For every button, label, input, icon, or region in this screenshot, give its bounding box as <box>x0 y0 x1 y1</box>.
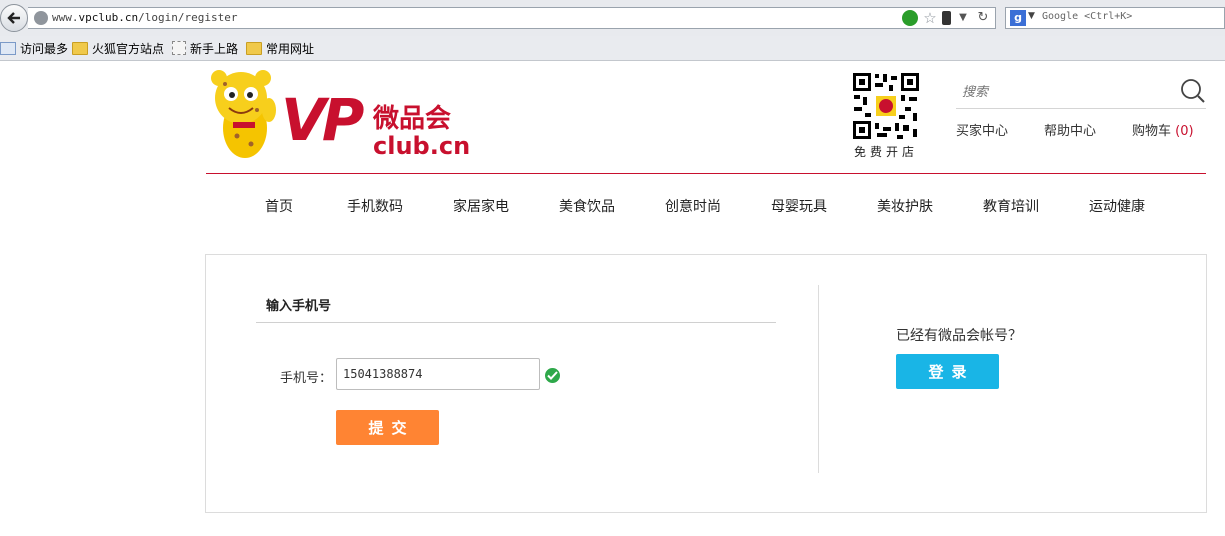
bookmark-getting-started[interactable]: 新手上路 <box>172 39 238 57</box>
login-button[interactable]: 登录 <box>896 354 999 389</box>
most-visited-icon <box>0 41 16 55</box>
valid-check-icon <box>545 368 560 383</box>
nav-item-sports-health[interactable]: 运动健康 <box>1089 196 1145 216</box>
logo-domain: club.cn <box>373 132 471 160</box>
logo-letters: VP <box>281 86 364 154</box>
phone-label: 手机号： <box>280 371 333 386</box>
phone-input[interactable] <box>336 358 540 390</box>
go-arrow-icon[interactable] <box>902 10 918 26</box>
form-title: 输入手机号 <box>266 299 332 314</box>
qr-caption: 免费开店 <box>853 145 918 159</box>
google-icon[interactable]: g <box>1010 10 1026 26</box>
form-title-divider <box>256 322 776 323</box>
search-input[interactable] <box>960 84 1164 101</box>
nav-item-food-drinks[interactable]: 美食饮品 <box>559 196 615 216</box>
address-bar[interactable]: www.vpclub.cn/login/register ☆ ▼ ↻ <box>28 7 996 29</box>
site-identity-icon[interactable] <box>34 11 48 25</box>
url-text[interactable]: www.vpclub.cn/login/register <box>52 11 237 24</box>
folder-icon <box>246 41 262 55</box>
browser-toolbar: www.vpclub.cn/login/register ☆ ▼ ↻ g ▼ G… <box>0 0 1225 37</box>
cart-count: (0) <box>1175 124 1194 139</box>
browser-search-placeholder: Google <Ctrl+K> <box>1042 11 1133 22</box>
site-search <box>956 78 1206 109</box>
nav-item-home-appliances[interactable]: 家居家电 <box>453 196 509 216</box>
reload-icon[interactable]: ↻ <box>975 10 991 26</box>
back-button[interactable] <box>0 4 28 32</box>
folder-icon <box>72 41 88 55</box>
help-center-link[interactable]: 帮助中心 <box>1044 120 1096 139</box>
history-dropdown-icon[interactable]: ▼ <box>955 10 971 26</box>
nav-item-baby-toys[interactable]: 母婴玩具 <box>771 196 827 216</box>
nav-item-creative-fashion[interactable]: 创意时尚 <box>665 196 721 216</box>
engine-dropdown-icon[interactable]: ▼ <box>1028 11 1035 21</box>
have-account-text: 已经有微品会帐号？ <box>896 328 1022 344</box>
search-icon[interactable] <box>1180 78 1206 104</box>
submit-button[interactable]: 提交 <box>336 410 439 445</box>
bookmark-most-visited[interactable]: 访问最多 <box>0 39 68 57</box>
browser-search-box[interactable]: g ▼ Google <Ctrl+K> <box>1005 7 1225 29</box>
buyer-center-link[interactable]: 买家中心 <box>956 120 1008 139</box>
bookmarks-bar: 访问最多 火狐官方站点 新手上路 常用网址 <box>0 36 1225 61</box>
page-icon <box>172 41 186 55</box>
mobile-icon[interactable] <box>942 11 951 25</box>
bookmark-star-icon[interactable]: ☆ <box>922 10 938 26</box>
register-panel: 输入手机号 手机号： 提交 已经有微品会帐号？ 登录 <box>205 254 1207 513</box>
cart-label: 购物车 <box>1132 124 1172 139</box>
bookmark-firefox-site[interactable]: 火狐官方站点 <box>72 39 164 57</box>
qr-code <box>851 71 921 141</box>
panel-divider <box>818 285 819 473</box>
logo-brand-name: 微品会 <box>373 104 452 134</box>
site-logo[interactable]: VP 微品会 club.cn <box>207 70 471 162</box>
nav-item-phones-digital[interactable]: 手机数码 <box>347 196 403 216</box>
nav-item-home[interactable]: 首页 <box>265 196 293 216</box>
nav-item-beauty-skincare[interactable]: 美妆护肤 <box>877 196 933 216</box>
back-arrow-icon <box>7 12 20 24</box>
cart-link[interactable]: 购物车 (0) <box>1132 120 1194 139</box>
header-divider <box>206 173 1206 174</box>
nav-item-education[interactable]: 教育培训 <box>983 196 1039 216</box>
bookmark-common-sites[interactable]: 常用网址 <box>246 39 314 57</box>
